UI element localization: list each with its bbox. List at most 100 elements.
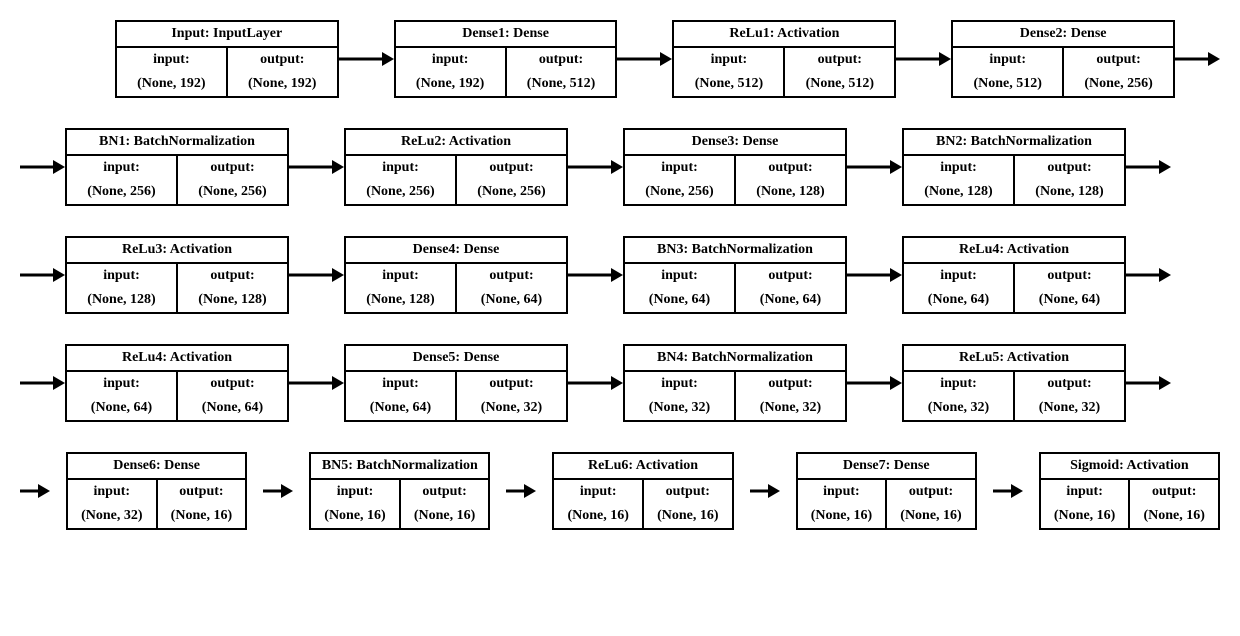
input-shape: (None, 192) [396, 72, 507, 96]
io-values: (None, 16)(None, 16) [554, 504, 731, 528]
io-header: input:output: [674, 48, 894, 72]
io-values: (None, 64)(None, 64) [625, 288, 845, 312]
output-label: output: [1015, 156, 1124, 180]
input-shape: (None, 32) [68, 504, 158, 528]
output-label: output: [644, 480, 732, 504]
input-shape: (None, 16) [1041, 504, 1131, 528]
io-header: input:output: [67, 372, 287, 396]
arrow-icon [1175, 49, 1220, 69]
input-shape: (None, 32) [904, 396, 1015, 420]
io-values: (None, 256)(None, 256) [346, 180, 566, 204]
input-shape: (None, 16) [554, 504, 644, 528]
io-header: input:output: [625, 156, 845, 180]
output-shape: (None, 64) [736, 288, 845, 312]
io-values: (None, 128)(None, 64) [346, 288, 566, 312]
io-header: input:output: [68, 480, 245, 504]
input-shape: (None, 256) [625, 180, 736, 204]
io-values: (None, 512)(None, 512) [674, 72, 894, 96]
layer-title: ReLu2: Activation [346, 130, 566, 156]
output-label: output: [507, 48, 616, 72]
layer-title: ReLu4: Activation [67, 346, 287, 372]
arrow-icon [993, 481, 1023, 501]
output-label: output: [178, 156, 287, 180]
layer-title: Dense6: Dense [68, 454, 245, 480]
layer-box: Dense1: Denseinput:output:(None, 192)(No… [394, 20, 618, 98]
diagram-row: BN1: BatchNormalizationinput:output:(Non… [20, 128, 1220, 206]
io-header: input:output: [625, 372, 845, 396]
layer-box: ReLu5: Activationinput:output:(None, 32)… [902, 344, 1126, 422]
layer-title: Sigmoid: Activation [1041, 454, 1218, 480]
io-values: (None, 256)(None, 256) [67, 180, 287, 204]
layer-box: BN2: BatchNormalizationinput:output:(Non… [902, 128, 1126, 206]
output-shape: (None, 64) [1015, 288, 1124, 312]
arrow-icon [568, 157, 623, 177]
output-shape: (None, 128) [736, 180, 845, 204]
output-shape: (None, 256) [1064, 72, 1173, 96]
input-shape: (None, 256) [346, 180, 457, 204]
layer-box: Dense7: Denseinput:output:(None, 16)(Non… [796, 452, 977, 530]
input-label: input: [904, 264, 1015, 288]
output-shape: (None, 32) [1015, 396, 1124, 420]
input-label: input: [346, 156, 457, 180]
layer-title: ReLu3: Activation [67, 238, 287, 264]
arrow-icon [1126, 157, 1171, 177]
layer-box: ReLu6: Activationinput:output:(None, 16)… [552, 452, 733, 530]
layer-box: Dense3: Denseinput:output:(None, 256)(No… [623, 128, 847, 206]
io-values: (None, 192)(None, 192) [117, 72, 337, 96]
input-shape: (None, 128) [67, 288, 178, 312]
input-label: input: [396, 48, 507, 72]
output-label: output: [178, 372, 287, 396]
output-shape: (None, 16) [158, 504, 246, 528]
input-label: input: [554, 480, 644, 504]
io-header: input:output: [625, 264, 845, 288]
output-shape: (None, 192) [228, 72, 337, 96]
input-shape: (None, 64) [625, 288, 736, 312]
io-header: input:output: [346, 372, 566, 396]
io-values: (None, 16)(None, 16) [798, 504, 975, 528]
io-values: (None, 32)(None, 32) [904, 396, 1124, 420]
io-values: (None, 32)(None, 32) [625, 396, 845, 420]
input-shape: (None, 256) [67, 180, 178, 204]
io-header: input:output: [904, 372, 1124, 396]
layer-box: ReLu1: Activationinput:output:(None, 512… [672, 20, 896, 98]
input-shape: (None, 16) [311, 504, 401, 528]
arrow-icon [847, 373, 902, 393]
output-label: output: [457, 372, 566, 396]
input-label: input: [346, 372, 457, 396]
output-shape: (None, 256) [457, 180, 566, 204]
input-label: input: [1041, 480, 1131, 504]
input-label: input: [904, 372, 1015, 396]
output-shape: (None, 512) [507, 72, 616, 96]
output-label: output: [401, 480, 489, 504]
arrow-icon [568, 265, 623, 285]
io-values: (None, 16)(None, 16) [1041, 504, 1218, 528]
io-header: input:output: [904, 156, 1124, 180]
io-header: input:output: [346, 264, 566, 288]
io-header: input:output: [67, 264, 287, 288]
input-label: input: [67, 156, 178, 180]
output-label: output: [736, 156, 845, 180]
io-values: (None, 64)(None, 32) [346, 396, 566, 420]
layer-box: ReLu2: Activationinput:output:(None, 256… [344, 128, 568, 206]
arrow-icon [896, 49, 951, 69]
output-shape: (None, 32) [736, 396, 845, 420]
output-label: output: [1064, 48, 1173, 72]
arrow-icon [847, 157, 902, 177]
layer-title: BN4: BatchNormalization [625, 346, 845, 372]
io-values: (None, 32)(None, 16) [68, 504, 245, 528]
io-header: input:output: [1041, 480, 1218, 504]
output-label: output: [736, 264, 845, 288]
io-header: input:output: [953, 48, 1173, 72]
diagram-row: ReLu4: Activationinput:output:(None, 64)… [20, 344, 1220, 422]
output-label: output: [1130, 480, 1218, 504]
layer-box: ReLu4: Activationinput:output:(None, 64)… [902, 236, 1126, 314]
input-shape: (None, 32) [625, 396, 736, 420]
arrow-icon [20, 265, 65, 285]
io-values: (None, 256)(None, 128) [625, 180, 845, 204]
arrow-icon [506, 481, 536, 501]
diagram-row: ReLu3: Activationinput:output:(None, 128… [20, 236, 1220, 314]
io-values: (None, 16)(None, 16) [311, 504, 488, 528]
io-header: input:output: [396, 48, 616, 72]
io-header: input:output: [117, 48, 337, 72]
arrow-icon [568, 373, 623, 393]
